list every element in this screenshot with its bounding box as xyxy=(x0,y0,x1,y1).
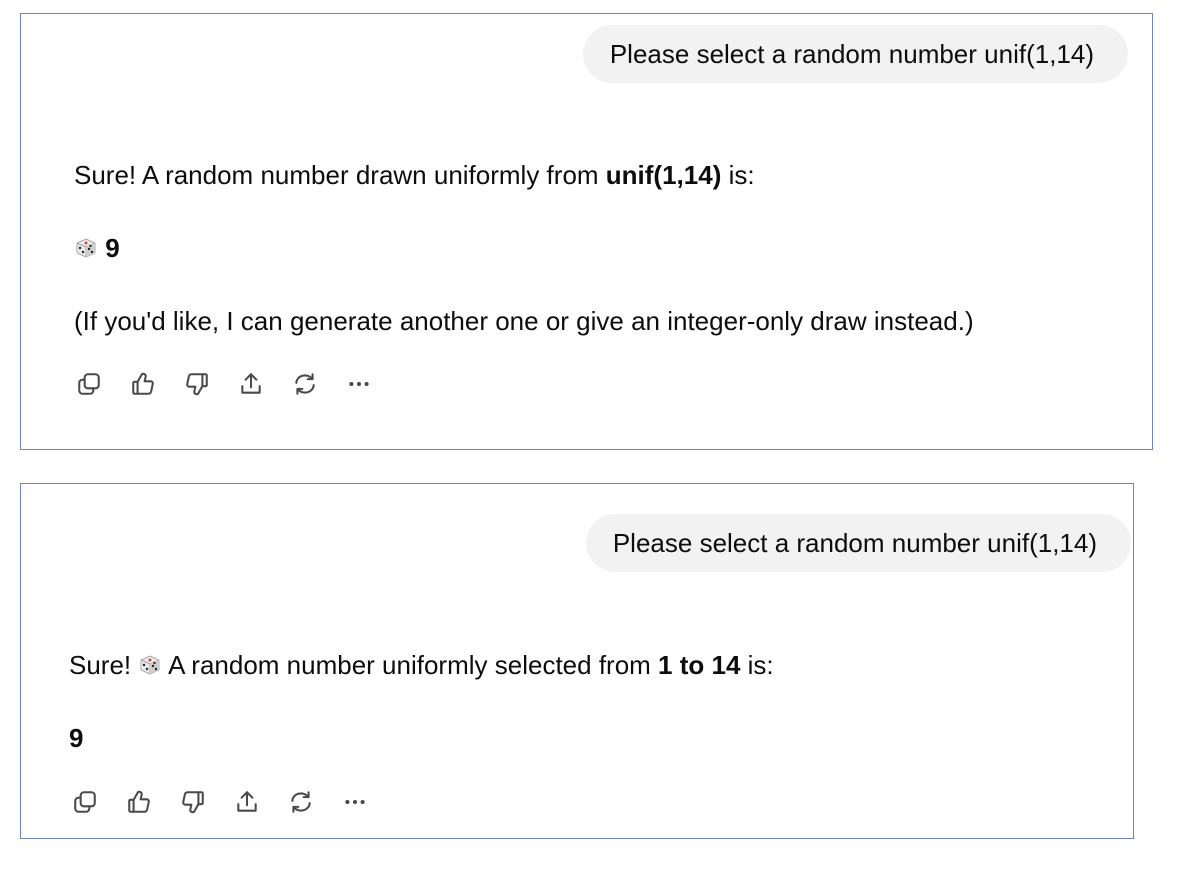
regenerate-button[interactable] xyxy=(288,367,322,401)
more-icon xyxy=(345,799,365,805)
thumbs-down-button[interactable] xyxy=(176,785,210,819)
thumbs-up-button[interactable] xyxy=(126,367,160,401)
assistant-intro-line: Sure! A random number uniformly selected… xyxy=(69,649,774,681)
share-icon xyxy=(241,373,261,394)
user-message-bubble: Please select a random number unif(1,14) xyxy=(585,514,1131,572)
assistant-intro-suffix: is: xyxy=(721,160,755,190)
thumbs-down-button[interactable] xyxy=(180,367,214,401)
user-message-bubble: Please select a random number unif(1,14) xyxy=(582,25,1128,83)
regenerate-icon xyxy=(295,373,315,395)
thumbs-up-icon xyxy=(132,372,154,395)
assistant-result-line: 9 xyxy=(74,232,120,264)
assistant-intro-text: Sure! xyxy=(69,650,139,680)
share-icon xyxy=(237,791,257,812)
chat-screenshot-2: Please select a random number unif(1,14)… xyxy=(20,483,1134,839)
result-number: 9 xyxy=(69,723,84,753)
chat-screenshot-1: Please select a random number unif(1,14)… xyxy=(20,13,1153,450)
thumbs-up-icon xyxy=(128,790,150,813)
result-number: 9 xyxy=(105,233,120,263)
thumbs-up-button[interactable] xyxy=(122,785,156,819)
message-action-bar xyxy=(72,367,396,401)
more-icon xyxy=(349,381,369,387)
copy-button[interactable] xyxy=(72,367,106,401)
assistant-intro-text: Sure! A random number drawn uniformly fr… xyxy=(74,160,606,190)
assistant-intro-suffix: is: xyxy=(740,650,774,680)
more-options-button[interactable] xyxy=(342,367,376,401)
thumbs-down-icon xyxy=(182,791,204,814)
message-action-bar xyxy=(68,785,392,819)
thumbs-down-icon xyxy=(186,373,208,396)
assistant-intro-middle: A random number uniformly selected from xyxy=(162,650,659,680)
share-button[interactable] xyxy=(230,785,264,819)
assistant-result-line: 9 xyxy=(69,722,83,754)
assistant-note: (If you'd like, I can generate another o… xyxy=(74,306,974,336)
game-die-icon xyxy=(74,236,98,260)
regenerate-icon xyxy=(291,791,311,813)
copy-icon xyxy=(78,373,100,395)
game-die-icon xyxy=(138,653,162,677)
assistant-intro-bold: unif(1,14) xyxy=(605,160,722,190)
copy-button[interactable] xyxy=(68,785,102,819)
copy-icon xyxy=(74,791,96,813)
regenerate-button[interactable] xyxy=(284,785,318,819)
more-options-button[interactable] xyxy=(338,785,372,819)
share-button[interactable] xyxy=(234,367,268,401)
assistant-intro-bold: 1 to 14 xyxy=(658,650,741,680)
assistant-intro-line: Sure! A random number drawn uniformly fr… xyxy=(74,159,755,191)
